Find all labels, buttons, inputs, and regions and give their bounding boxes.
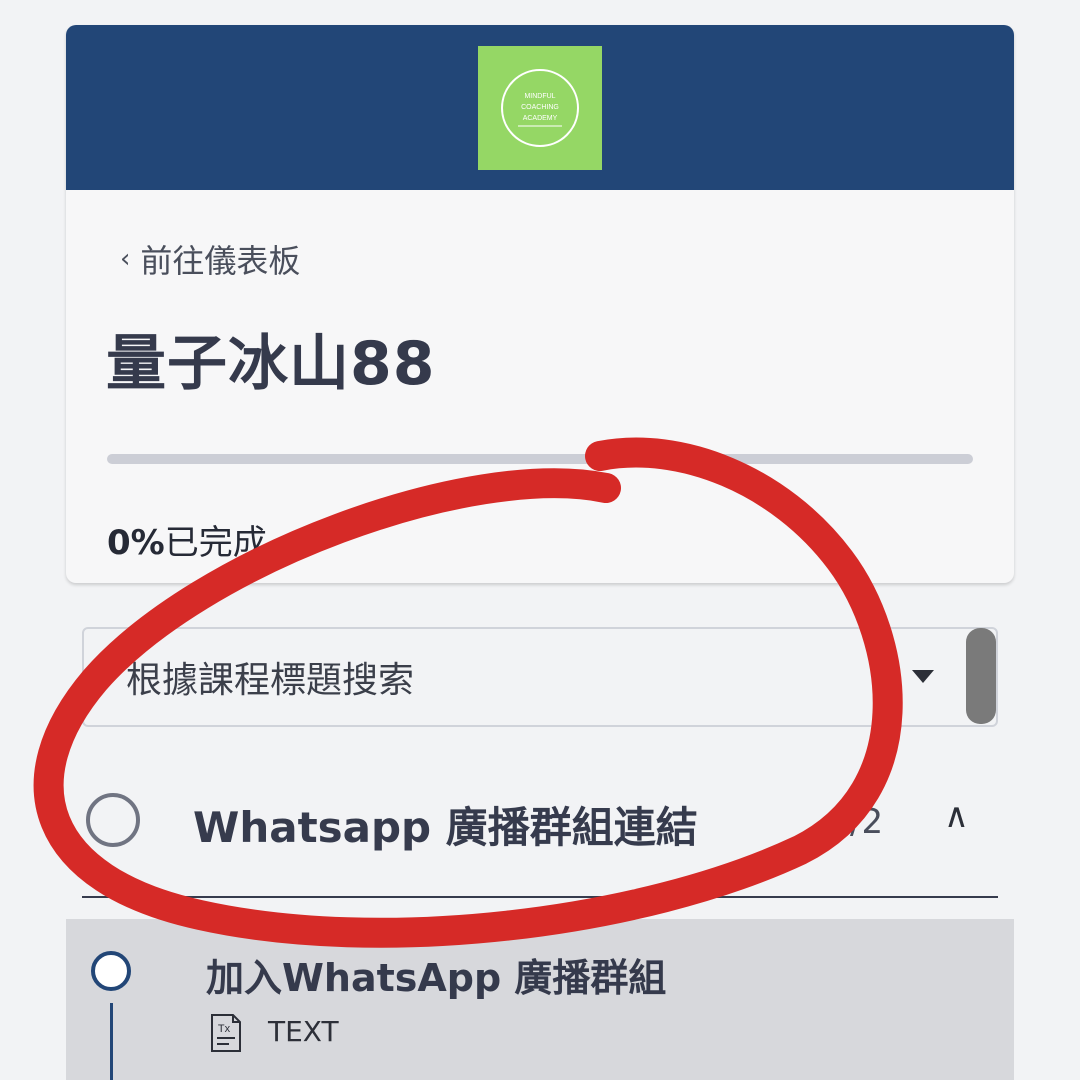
course-title: 量子冰山88 [106,329,436,399]
lesson-search-dropdown[interactable]: 根據課程標題搜索 [82,627,998,727]
svg-text:Tx: Tx [218,1023,231,1035]
chevron-up-icon[interactable]: ∧ [944,796,969,836]
logo-text-line: MINDFUL [524,93,555,100]
lesson-timeline-line [110,1003,113,1080]
caret-down-icon [912,670,934,683]
section-lesson-count: /2 [850,802,884,842]
school-banner: MINDFUL COACHING ACADEMY [66,25,1014,190]
lesson-status-circle-icon [91,951,131,991]
scrollbar-thumb[interactable] [966,628,996,724]
section-completion-circle-icon [86,793,140,847]
progress-suffix: 已完成 [164,523,267,563]
course-header-card: MINDFUL COACHING ACADEMY ‹ 前往儀表板 量子冰山88 … [66,25,1014,583]
school-logo: MINDFUL COACHING ACADEMY [478,46,602,170]
section-header[interactable]: Whatsapp 廣播群組連結 /2 ∧ [82,768,998,898]
lesson-type-label: TEXT [268,1015,339,1048]
lesson-item[interactable]: 加入WhatsApp 廣播群組 Tx TEXT [66,919,1014,1080]
back-link-label: 前往儀表板 [140,242,301,280]
progress-percent: 0% [107,523,165,563]
chevron-left-icon: ‹ [120,244,131,274]
progress-bar [107,454,973,464]
back-to-dashboard-link[interactable]: ‹ 前往儀表板 [120,235,300,283]
lesson-title: 加入WhatsApp 廣播群組 [206,956,667,1000]
text-document-icon: Tx [208,1013,244,1057]
section-title: Whatsapp 廣播群組連結 [193,803,698,852]
search-placeholder: 根據課程標題搜索 [126,660,415,701]
logo-text-line: COACHING [521,104,559,111]
progress-label: 0%已完成 [107,515,267,564]
logo-text-line: ACADEMY [523,115,558,122]
